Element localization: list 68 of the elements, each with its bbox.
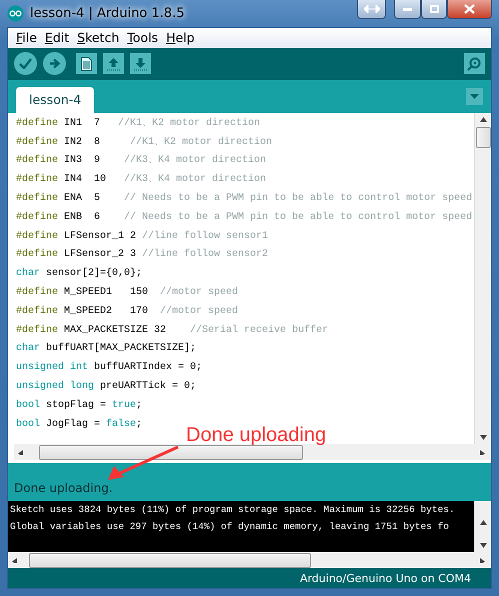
scroll-up-icon <box>480 520 486 525</box>
verify-button[interactable] <box>14 52 37 76</box>
code-line: #define LFSensor_2 3 //line follow sensor2 <box>16 248 268 262</box>
scroll-left-icon <box>12 558 19 563</box>
menu-item[interactable]: Sketch <box>73 30 124 46</box>
annotation-arrow <box>108 446 179 480</box>
down-arrow-icon <box>134 56 147 71</box>
code-line: #define MAX_PACKETSIZE 32 //Serial receive buffer <box>16 324 328 338</box>
right-arrow-icon <box>48 58 60 70</box>
code-line: #define ENA 5 // Needs to be a PWM pin to be able to control motor speed <box>16 192 472 206</box>
code-line: bool stopFlag = true; <box>16 398 142 413</box>
code-line: #define ENB 6 // Needs to be a PWM pin to be able to control motor speed <box>16 210 472 225</box>
menu-item[interactable]: File <box>12 30 41 46</box>
maximize-icon <box>430 5 438 13</box>
code-line: bool JogFlag = false; <box>16 418 142 432</box>
scroll-down-icon <box>480 434 486 440</box>
close-icon <box>464 4 475 14</box>
double-arrow-icon <box>364 5 380 13</box>
minimize-button[interactable] <box>394 0 421 19</box>
console-line: Global variables use 297 bytes (14%) of dynamic memory, leaving 1751 bytes fo <box>10 520 449 534</box>
code-line: unsigned int buffUARTIndex = 0; <box>16 360 202 376</box>
new-button[interactable] <box>76 53 97 74</box>
annotation-label: Done uploading <box>186 424 326 447</box>
close-button[interactable] <box>447 0 492 19</box>
scrollbar-thumb[interactable] <box>29 552 311 568</box>
code-line: #define IN1 7 //K1、K2 motor direction <box>16 116 260 131</box>
code-line: #define M_SPEED2 170 //motor speed <box>16 304 238 319</box>
document-icon <box>81 56 92 71</box>
horizontal-scrollbar[interactable] <box>14 444 491 460</box>
code-line: char sensor[2]={0,0}; <box>16 266 142 282</box>
horizontal-scrollbar[interactable] <box>8 552 491 568</box>
maximize-button[interactable] <box>421 0 447 19</box>
code-line: #define IN4 10 //K3、K4 motor direction <box>16 172 266 188</box>
scrollbar-thumb[interactable] <box>39 444 303 460</box>
code-line: char buffUART[MAX_PACKETSIZE]; <box>16 342 196 356</box>
scroll-down-icon <box>480 542 486 548</box>
magnifier-icon <box>466 56 482 71</box>
sketch-tab[interactable]: lesson-4 <box>16 86 94 113</box>
menu-item[interactable]: Edit <box>40 30 74 46</box>
scroll-left-icon <box>18 450 25 455</box>
save-button[interactable] <box>130 53 151 74</box>
caret-icon <box>470 94 479 99</box>
upload-button[interactable] <box>43 52 66 76</box>
resize-button[interactable] <box>357 0 386 19</box>
scroll-right-icon <box>480 450 487 455</box>
status-message: Done uploading. <box>14 481 113 496</box>
scrollbar-thumb[interactable] <box>476 126 490 148</box>
code-line: #define M_SPEED1 150 //motor speed <box>16 286 238 300</box>
code-line: #define IN3 9 //K3、K4 motor direction <box>16 154 266 168</box>
menu-item[interactable]: Tools <box>123 30 162 46</box>
menu-item[interactable]: Help <box>162 30 199 46</box>
scroll-up-icon <box>480 117 486 122</box>
vertical-scrollbar[interactable] <box>474 501 491 552</box>
scroll-right-icon <box>480 558 487 563</box>
tab-menu-button[interactable] <box>466 88 483 105</box>
minimize-icon <box>403 8 412 10</box>
window-title: lesson-4 | Arduino 1.8.5 <box>30 6 184 21</box>
code-line: #define IN2 8 //K1、K2 motor direction <box>16 136 272 150</box>
up-arrow-icon <box>107 56 120 71</box>
board-port-label: Arduino/Genuino Uno on COM4 <box>300 572 471 585</box>
checkmark-icon <box>19 58 32 70</box>
app-logo-icon <box>7 5 24 22</box>
console-line: Sketch uses 3824 bytes (11%) of program storage space. Maximum is 32256 bytes. <box>10 503 455 518</box>
open-button[interactable] <box>103 53 124 74</box>
vertical-scrollbar[interactable] <box>474 112 491 444</box>
code-line: #define LFSensor_1 2 //line follow sensor1 <box>16 230 268 244</box>
code-line: unsigned long preUARTTick = 0; <box>16 380 196 394</box>
serial-monitor-button[interactable] <box>464 53 485 74</box>
